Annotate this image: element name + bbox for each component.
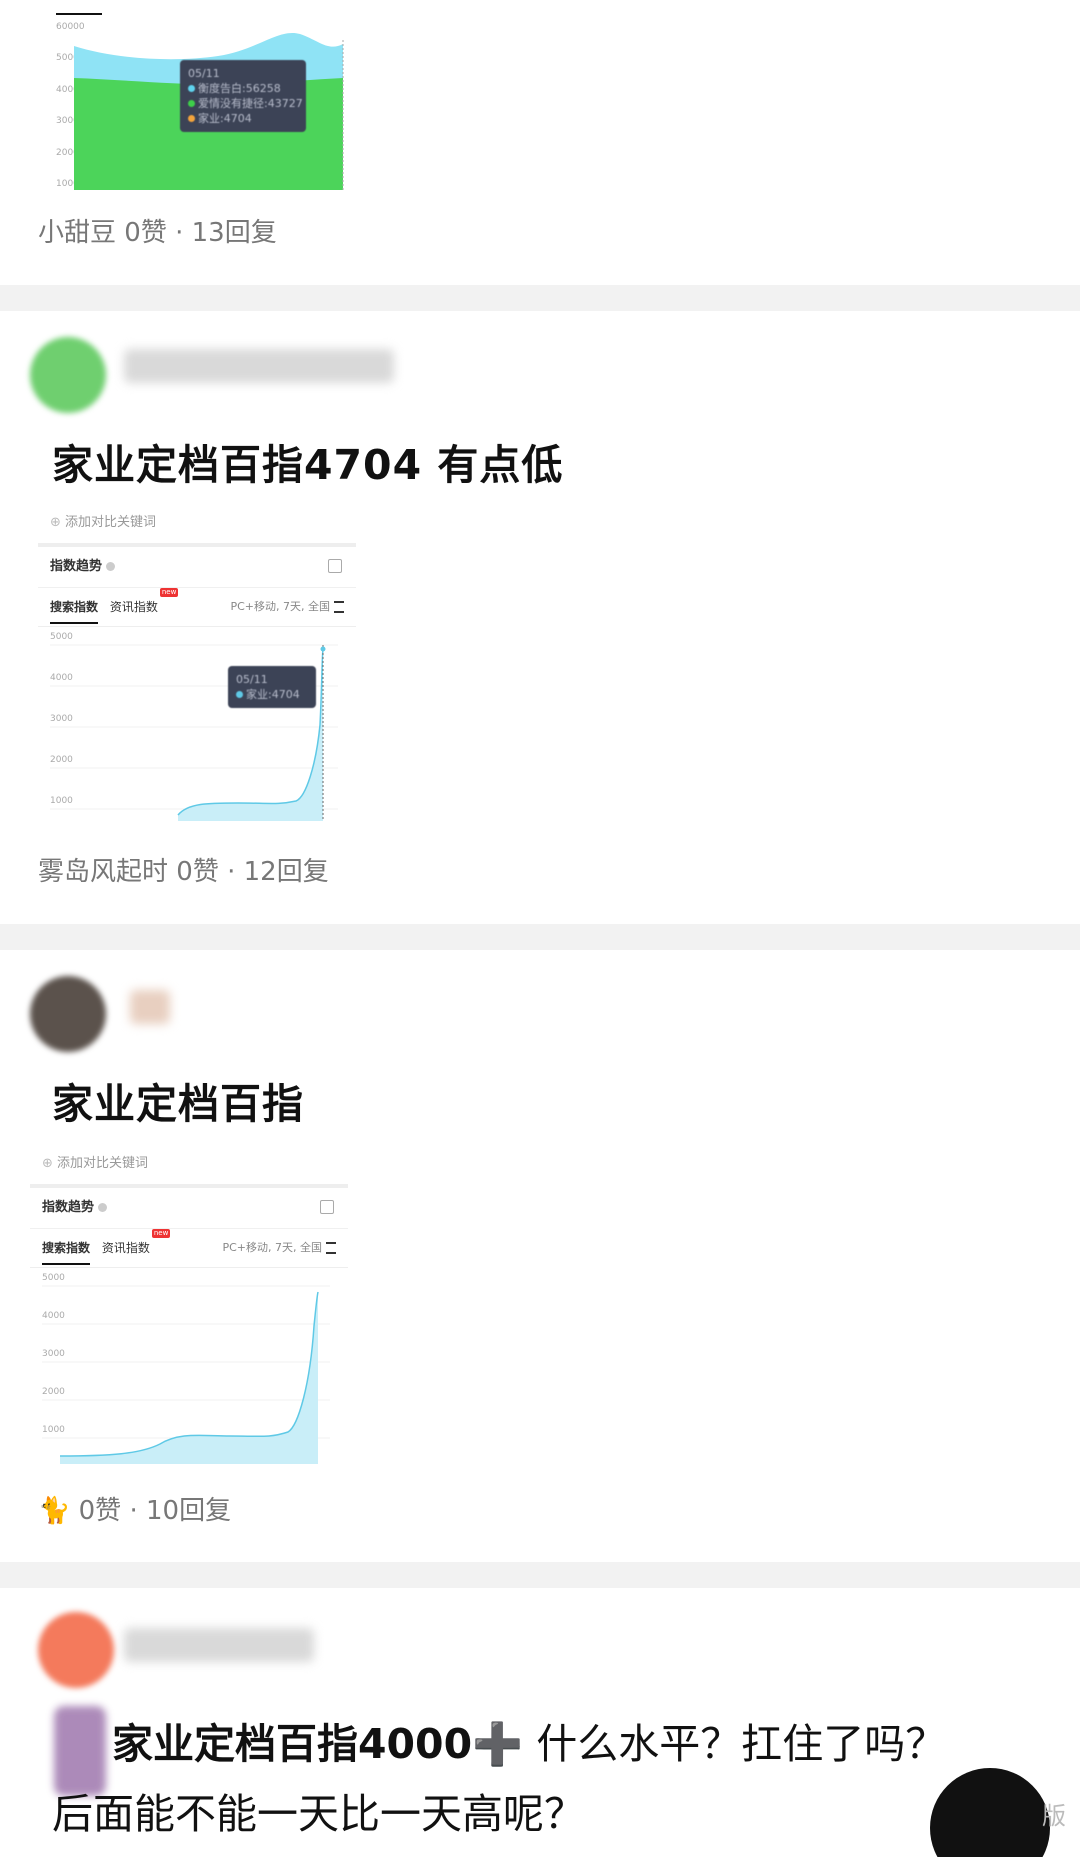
- y-tick-label: 4000: [42, 1311, 65, 1321]
- username-blurred[interactable]: [124, 1628, 314, 1662]
- tab-search-index[interactable]: 搜索指数: [50, 600, 99, 624]
- tooltip-line: 家业:4704: [246, 688, 300, 701]
- filter-options[interactable]: PC+移动, 7天, 全国: [230, 588, 344, 626]
- post-title-line-2: 后面能不能一天比一天高呢？: [52, 1790, 585, 1838]
- post-title: 家业定档百指: [52, 1080, 304, 1128]
- y-tick-label: 60000: [56, 22, 85, 32]
- y-tick-label: 4000: [50, 673, 73, 683]
- y-tick-label: 3000: [50, 714, 73, 724]
- username-blurred[interactable]: [124, 349, 394, 383]
- reply-count[interactable]: 13回复: [192, 218, 277, 248]
- plus-icon: ➕: [472, 1720, 524, 1768]
- post-2: 家业定档百指4704 有点低 ⊕ 添加对比关键词 指数趋势 搜索指数 资讯指数n…: [0, 311, 1080, 924]
- add-compare-keyword[interactable]: ⊕ 添加对比关键词: [30, 1144, 348, 1188]
- index-tabs: 搜索指数 资讯指数new PC+移动, 7天, 全国: [38, 588, 356, 627]
- menu-icon: [334, 601, 344, 613]
- index-tabs: 搜索指数 资讯指数new PC+移动, 7天, 全国: [30, 1229, 348, 1268]
- post-1: 60000 50000 40000 30000 20000 10000 05/1…: [0, 0, 1080, 285]
- y-tick-label: 3000: [42, 1349, 65, 1359]
- line-area-chart: 5000 4000 3000 2000 1000: [50, 632, 338, 821]
- help-icon[interactable]: [98, 1203, 108, 1212]
- reply-count[interactable]: 10回复: [146, 1496, 231, 1526]
- like-count[interactable]: 0赞: [79, 1496, 122, 1526]
- author-name[interactable]: 🐈: [38, 1496, 70, 1526]
- tab-news-index[interactable]: 资讯指数new: [102, 1229, 171, 1255]
- external-link-icon[interactable]: [320, 1200, 334, 1214]
- tooltip-date: 05/11: [236, 673, 268, 686]
- author-name[interactable]: 小甜豆: [38, 218, 116, 248]
- post-4: 家业定档百指4000➕ 什么水平？扛住了吗？ 后面能不能一天比一天高呢？ 版: [0, 1588, 1080, 1857]
- username-blurred[interactable]: [130, 990, 170, 1024]
- add-compare-keyword[interactable]: ⊕ 添加对比关键词: [38, 503, 356, 547]
- filter-options[interactable]: PC+移动, 7天, 全国: [222, 1229, 336, 1267]
- like-count[interactable]: 0赞: [124, 218, 167, 248]
- menu-icon: [326, 1242, 336, 1254]
- index-chart-card[interactable]: ⊕ 添加对比关键词 指数趋势 搜索指数 资讯指数new PC+移动, 7天, 全…: [38, 503, 356, 821]
- y-tick-label: 5000: [50, 632, 73, 642]
- floating-avatar-button[interactable]: [930, 1768, 1050, 1857]
- tooltip-date: 05/11: [188, 67, 220, 80]
- post-meta: 小甜豆 0赞 · 13回复: [38, 218, 277, 248]
- y-tick-label: 2000: [42, 1387, 65, 1397]
- tab-search-index[interactable]: 搜索指数: [42, 1241, 91, 1265]
- watermark-text: 版: [1042, 1802, 1066, 1830]
- tooltip-line: 家业:4704: [198, 112, 252, 125]
- y-tick-label: 5000: [42, 1273, 65, 1283]
- y-tick-label: 1000: [50, 796, 73, 806]
- external-link-icon[interactable]: [328, 559, 342, 573]
- new-badge: new: [159, 588, 179, 597]
- chart-tooltip: 05/11 衡度告白:56258 爱情没有捷径:43727 家业:4704: [180, 60, 306, 132]
- post-title: 家业定档百指4704 有点低: [52, 441, 564, 489]
- avatar[interactable]: [38, 1612, 114, 1688]
- index-chart-card[interactable]: ⊕ 添加对比关键词 指数趋势 搜索指数 资讯指数new PC+移动, 7天, 全…: [30, 1144, 348, 1464]
- post-separator: [0, 1562, 1080, 1588]
- tooltip-line: 衡度告白:56258: [198, 82, 281, 95]
- like-count[interactable]: 0赞: [176, 857, 219, 887]
- y-tick-label: 2000: [50, 755, 73, 765]
- series-line: [59, 1291, 319, 1457]
- help-icon[interactable]: [106, 562, 116, 571]
- new-badge: new: [151, 1229, 171, 1238]
- tab-news-index[interactable]: 资讯指数new: [110, 588, 179, 614]
- reply-count[interactable]: 12回复: [244, 857, 329, 887]
- avatar[interactable]: [30, 337, 106, 413]
- line-area-chart: 5000 4000 3000 2000 1000: [42, 1273, 330, 1464]
- post-meta: 雾岛风起时 0赞 · 12回复: [38, 857, 329, 887]
- data-point: [320, 646, 326, 652]
- author-name[interactable]: 雾岛风起时: [38, 857, 168, 887]
- post-3: 家业定档百指 ⊕ 添加对比关键词 指数趋势 搜索指数 资讯指数new PC+移动…: [0, 950, 1080, 1562]
- trend-title: 指数趋势: [42, 1200, 95, 1215]
- avatar[interactable]: [30, 976, 106, 1052]
- post-1-chart[interactable]: 60000 50000 40000 30000 20000 10000 05/1…: [38, 0, 358, 190]
- post-meta: 🐈 0赞 · 10回复: [38, 1496, 232, 1526]
- trend-title: 指数趋势: [50, 559, 103, 574]
- trend-header: 指数趋势: [38, 547, 356, 588]
- post-separator: [0, 285, 1080, 311]
- post-separator: [0, 924, 1080, 950]
- chart-tooltip: 05/11 家业:4704: [228, 666, 316, 708]
- y-tick-label: 1000: [42, 1425, 65, 1435]
- tooltip-line: 爱情没有捷径:43727: [198, 97, 303, 110]
- post-title-line-1: 家业定档百指4000➕ 什么水平？扛住了吗？: [112, 1720, 947, 1768]
- trend-header: 指数趋势: [30, 1188, 348, 1229]
